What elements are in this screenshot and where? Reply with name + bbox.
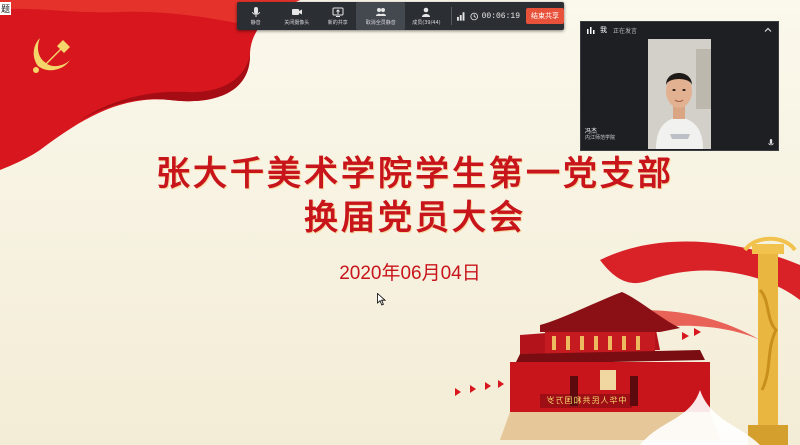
video-panel-header: 我 正在发言 <box>581 22 778 38</box>
camera-feed <box>648 39 711 149</box>
slide-date: 2020年06月04日 <box>339 263 481 284</box>
participant-avatar-graphic <box>648 39 711 149</box>
mouse-cursor-icon <box>377 293 386 306</box>
participant-mic-icon <box>768 139 774 146</box>
mute-button-label: 静音 <box>250 20 261 26</box>
audio-level-icon <box>587 27 595 34</box>
microphone-icon <box>251 7 260 17</box>
mute-all-icon <box>375 8 386 16</box>
members-icon <box>422 7 431 17</box>
meeting-timer: 00:06:19 <box>481 11 520 21</box>
screen: 中华人民共和国万岁 张大千美术学院学生第一党支部 换届党员大会 2020年06月… <box>0 0 800 445</box>
members-button[interactable]: 成员(39/44) <box>405 2 448 30</box>
slide-title-line2: 换届党员大会 <box>304 198 526 238</box>
new-share-label: 新的共享 <box>327 20 348 26</box>
meeting-toolbar: 静音 关闭摄像头 新的共享 取消全员静音 成员(39/44) 00:06:19 … <box>237 2 564 30</box>
participant-label: 冯杰 内江师范学院 <box>585 128 615 142</box>
slide-title-line1: 张大千美术学院学生第一党支部 <box>156 154 674 194</box>
camera-icon <box>291 9 302 15</box>
self-name: 我 <box>600 26 607 34</box>
toolbar-divider <box>450 7 452 25</box>
participant-org: 内江师范学院 <box>585 135 616 141</box>
members-label: 成员(39/44) <box>412 20 441 26</box>
end-share-button[interactable]: 结束共享 <box>526 8 564 24</box>
new-share-button[interactable]: 新的共享 <box>319 2 356 30</box>
gate-banner-text: 中华人民共和国万岁 <box>545 396 627 405</box>
stop-camera-button[interactable]: 关闭摄像头 <box>274 2 319 30</box>
tiananmen-gate-graphic <box>500 292 760 445</box>
unmute-all-label: 取消全员静音 <box>365 20 396 26</box>
chevron-up-icon[interactable] <box>764 26 772 34</box>
participant-name: 冯杰 <box>585 128 598 135</box>
video-panel: 我 正在发言 冯杰 内江师范学院 <box>580 21 779 151</box>
unmute-all-button[interactable]: 取消全员静音 <box>356 2 405 30</box>
signal-strength-icon <box>456 12 465 21</box>
corner-window-title: 题 <box>0 2 12 15</box>
stop-camera-label: 关闭摄像头 <box>284 20 310 26</box>
mute-button[interactable]: 静音 <box>237 2 274 30</box>
share-screen-icon <box>332 7 344 17</box>
clock-icon <box>470 12 479 20</box>
speaking-status: 正在发言 <box>613 27 638 35</box>
